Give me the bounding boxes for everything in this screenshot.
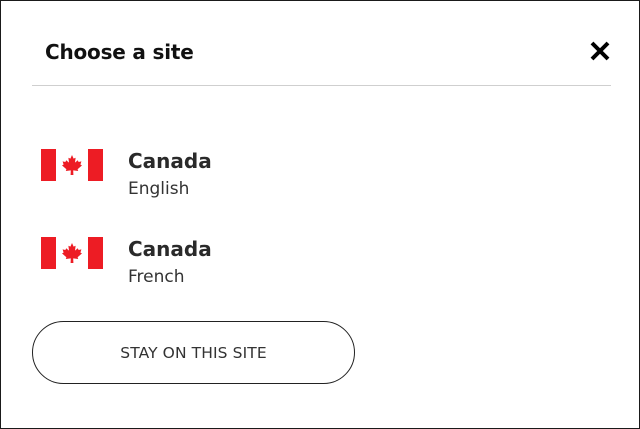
site-country-label: Canada	[128, 149, 212, 173]
close-icon	[590, 41, 610, 61]
dialog-title: Choose a site	[45, 40, 194, 64]
site-option-canada-french[interactable]: Canada French	[41, 234, 341, 294]
site-option-canada-english[interactable]: Canada English	[41, 146, 341, 206]
stay-on-site-button[interactable]: STAY ON THIS SITE	[32, 321, 355, 384]
site-language-label: English	[128, 179, 190, 199]
dialog-header: Choose a site	[32, 1, 611, 86]
site-country-label: Canada	[128, 237, 212, 261]
canada-flag-icon	[41, 237, 103, 269]
close-button[interactable]	[589, 40, 611, 62]
site-chooser-dialog: Choose a site Canada English Canada Fren…	[0, 0, 640, 429]
site-language-label: French	[128, 267, 185, 287]
canada-flag-icon	[41, 149, 103, 181]
